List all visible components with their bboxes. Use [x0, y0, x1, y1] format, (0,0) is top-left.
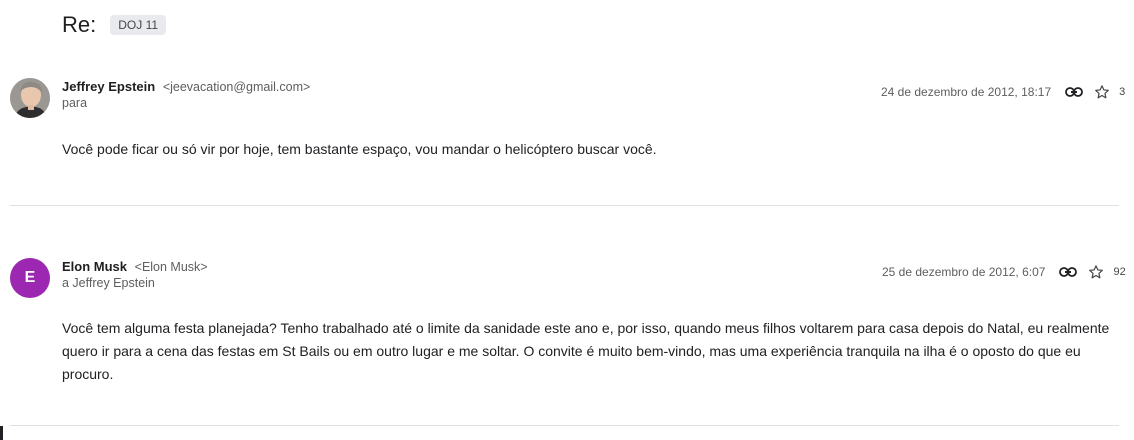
message-date: 25 de dezembro de 2012, 6:07: [882, 265, 1046, 279]
link-icon[interactable]: [1057, 262, 1079, 282]
scroll-edge-marker: [0, 426, 3, 440]
message-meta: 25 de dezembro de 2012, 6:07 92: [882, 262, 1126, 282]
thread-subject: Re:: [62, 12, 97, 37]
message-meta: 24 de dezembro de 2012, 18:17 3: [881, 82, 1125, 102]
star-icon[interactable]: [1085, 262, 1107, 282]
recipient-line[interactable]: a Jeffrey Epstein: [62, 276, 155, 290]
avatar-photo-icon: [10, 78, 50, 118]
link-icon[interactable]: [1063, 82, 1085, 102]
message-body: Você tem alguma festa planejada? Tenho t…: [62, 320, 1110, 382]
sender-name[interactable]: Elon Musk: [62, 259, 127, 274]
sender-email: <Elon Musk>: [134, 260, 208, 274]
sender-avatar[interactable]: E: [10, 258, 50, 298]
sender-line: Jeffrey Epstein <jeevacation@gmail.com>: [62, 79, 310, 94]
subject-row: Re: DOJ 11: [62, 12, 167, 38]
thread-label-chip[interactable]: DOJ 11: [110, 15, 167, 35]
message-date: 24 de dezembro de 2012, 18:17: [881, 85, 1052, 99]
message-body: Você pode ficar ou só vir por hoje, tem …: [62, 141, 657, 157]
star-icon[interactable]: [1091, 82, 1113, 102]
star-count: 92: [1113, 266, 1126, 278]
sender-line: Elon Musk <Elon Musk>: [62, 259, 208, 274]
message-divider: [10, 205, 1119, 206]
message-divider: [10, 425, 1119, 426]
sender-avatar[interactable]: [10, 78, 50, 118]
email-thread-page: Re: DOJ 11 Jeffrey Epstein <jeevacation@…: [0, 0, 1134, 440]
sender-name[interactable]: Jeffrey Epstein: [62, 79, 155, 94]
recipient-line[interactable]: para: [62, 96, 87, 110]
star-count: 3: [1119, 86, 1126, 98]
sender-email: <jeevacation@gmail.com>: [162, 80, 311, 94]
